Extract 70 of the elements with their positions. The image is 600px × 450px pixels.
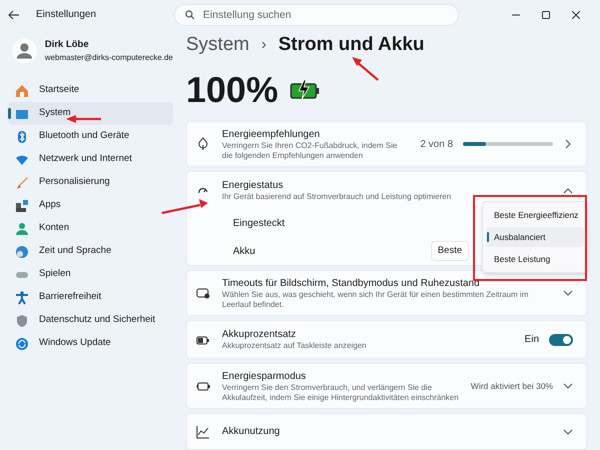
setting-title: Energiesparmodus xyxy=(222,370,307,382)
user-email: webmaster@dirks-computerecke.de xyxy=(44,52,173,64)
dropdown-option[interactable]: Ausbalanciert xyxy=(486,227,584,247)
back-arrow-icon[interactable] xyxy=(8,10,20,20)
setting-value: Wird aktiviert bei 30% xyxy=(470,380,553,392)
nav-icon xyxy=(15,314,29,328)
close-icon[interactable] xyxy=(572,10,580,18)
setting-label: Akku xyxy=(233,244,256,258)
mode-dropdown[interactable]: Beste xyxy=(430,241,469,261)
setting-title: Timeouts für Bildschirm, Standbymodus und Ruhezustand xyxy=(222,276,481,290)
chevron-icon[interactable] xyxy=(563,288,573,298)
nav-item[interactable]: Bluetooth und Geräte xyxy=(8,125,173,148)
setting-description: Ihr Gerät basierend auf Stromverbrauch und Leistung optimieren xyxy=(222,192,452,202)
chevron-icon[interactable] xyxy=(563,426,573,436)
search-icon xyxy=(185,10,196,20)
nav-icon xyxy=(15,84,29,98)
setting-icon xyxy=(196,137,210,151)
annotation-arrow xyxy=(162,199,208,214)
nav-icon xyxy=(15,336,29,350)
nav-item[interactable]: Startseite xyxy=(8,79,173,102)
nav-icon xyxy=(15,152,29,166)
chevron-icon[interactable] xyxy=(563,186,573,196)
nav-item[interactable]: Spielen xyxy=(8,263,173,286)
nav-item[interactable]: Windows Update xyxy=(8,332,173,355)
setting-icon xyxy=(196,286,210,300)
setting-title: Energieempfehlungen xyxy=(222,128,321,140)
annotation-arrow xyxy=(66,115,101,123)
user-name: Dirk Löbe xyxy=(44,38,90,52)
nav-item[interactable]: Zeit und Sprache xyxy=(8,240,173,263)
nav-item[interactable]: Konten xyxy=(8,217,173,240)
nav-icon xyxy=(15,198,29,212)
nav-icon xyxy=(15,244,29,258)
toggle-switch[interactable] xyxy=(549,334,573,346)
breadcrumb-separator: › xyxy=(261,34,266,55)
setting-description: Verringern Sie Ihren CO2-Fußabdruck, indem Sie die folgenden Empfehlungen anwenden xyxy=(222,140,398,160)
settings-card[interactable]: Energieempfehlungen Verringern Sie Ihren CO2-Fußabdruck, indem Sie die folgenden Empfehlungen anwenden 2 von 8 xyxy=(186,121,587,167)
setting-description: Akkuprozentsatz auf Taskleiste anzeigen xyxy=(222,341,368,351)
nav-item[interactable]: Netzwerk und Internet xyxy=(8,148,173,171)
nav-icon xyxy=(15,222,29,236)
maximize-icon[interactable] xyxy=(542,10,550,18)
nav-item[interactable]: Barrierefreiheit xyxy=(8,286,173,309)
nav-item[interactable]: Personalisierung xyxy=(8,171,173,194)
nav-icon xyxy=(15,176,29,190)
nav-icon xyxy=(15,130,29,144)
settings-card[interactable]: Energiesparmodus Verringern Sie den Stromverbrauch, und verlängern Sie die Akkulaufzeit, indem Sie einige Hintergrundaktivitäten einschränken Wird aktiviert bei 30% xyxy=(186,363,587,409)
setting-title: Akkunutzung xyxy=(222,425,281,438)
setting-description: Wählen Sie aus, was geschieht, wenn sich Ihr Gerät für einen bestimmten Zeitraum im Leerlauf befindet. xyxy=(222,290,530,310)
toggle-state: Ein xyxy=(524,333,539,347)
nav-item[interactable]: Datenschutz und Sicherheit xyxy=(8,309,173,332)
page-title: Strom und Akku xyxy=(278,32,424,57)
battery-percentage: 100% xyxy=(186,68,278,112)
dropdown-option[interactable]: Beste Energieeffizienz xyxy=(486,205,584,225)
settings-card[interactable]: Akkunutzung xyxy=(186,413,587,450)
dropdown-option[interactable]: Beste Leistung xyxy=(486,249,584,269)
progress-count: 2 von 8 xyxy=(420,138,453,152)
search-field[interactable]: Einstellung suchen xyxy=(174,4,460,26)
breadcrumb-parent[interactable]: System xyxy=(186,30,250,60)
setting-icon xyxy=(196,424,210,438)
nav-item[interactable]: Apps xyxy=(8,194,173,217)
setting-description: Verringern Sie den Stromverbrauch, und verlängern Sie die Akkulaufzeit, indem Sie einige Hintergrundaktivitäten einschränken xyxy=(222,382,459,402)
window-title: Einstellungen xyxy=(36,8,96,22)
nav-icon xyxy=(15,290,29,304)
setting-title: Akkuprozentsatz xyxy=(222,328,297,341)
chevron-icon[interactable] xyxy=(563,139,573,149)
chevron-icon[interactable] xyxy=(563,381,573,391)
setting-title: Energiestatus xyxy=(222,179,284,192)
settings-card[interactable]: Timeouts für Bildschirm, Standbymodus und Ruhezustand Wählen Sie aus, was geschieht, wenn sich Ihr Gerät für einen bestimmten Zeitraum im Leerlauf befindet. xyxy=(186,270,587,316)
settings-card[interactable]: Akkuprozentsatz Akkuprozentsatz auf Taskleiste anzeigen Ein xyxy=(186,320,587,359)
nav-item[interactable]: System xyxy=(8,102,173,125)
annotation-arrow xyxy=(352,57,379,81)
